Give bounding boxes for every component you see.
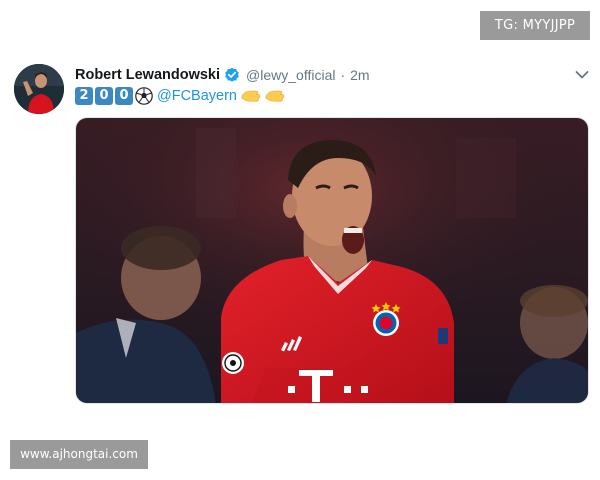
keycap-digit: 0 <box>115 87 133 105</box>
watermark-bottom: www.ajhongtai.com <box>10 440 148 469</box>
clapping-hands-icon <box>241 90 261 102</box>
player-celebration-photo <box>76 118 588 403</box>
display-name[interactable]: Robert Lewandowski <box>75 67 220 83</box>
mention-link[interactable]: @FCBayern <box>157 88 237 104</box>
keycap-digit: 2 <box>75 87 93 105</box>
tweet-photo[interactable] <box>75 117 589 404</box>
keycap-digit: 0 <box>95 87 113 105</box>
timestamp[interactable]: 2m <box>350 67 369 83</box>
handle[interactable]: @lewy_official <box>246 67 335 83</box>
verified-badge-icon <box>225 67 239 82</box>
tweet-card[interactable]: Robert Lewandowski @lewy_official · 2m 2… <box>0 56 600 416</box>
tweet-header: Robert Lewandowski @lewy_official · 2m <box>75 65 370 85</box>
watermark-top: TG: MYYJJPP <box>480 11 590 40</box>
separator-dot: · <box>340 67 346 83</box>
clapping-hands-icon <box>265 90 285 102</box>
avatar-image <box>14 64 64 114</box>
chevron-down-icon[interactable] <box>574 68 590 82</box>
soccer-ball-icon <box>135 87 153 105</box>
avatar[interactable] <box>14 64 64 114</box>
tweet-text: 2 0 0 @FCBayern <box>75 86 285 106</box>
